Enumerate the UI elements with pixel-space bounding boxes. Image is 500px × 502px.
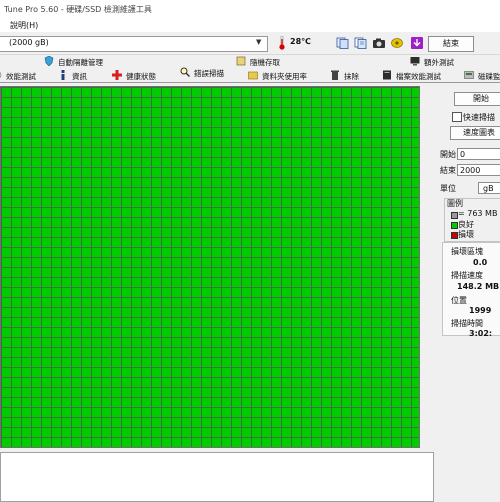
tab-label: 錯誤掃描 (194, 69, 224, 78)
legend-block-size: = 763 MB (458, 209, 498, 218)
gauge-icon (0, 71, 2, 79)
stats-box: 損壞區塊 0.0 掃描速度 148.2 MB 位置 1999 掃描時間 3:02… (442, 242, 500, 338)
unit-select[interactable]: gB (478, 182, 500, 194)
copy-text-icon[interactable] (354, 37, 368, 49)
tab-label: 資訊 (72, 72, 87, 81)
monitor-icon (410, 57, 420, 66)
tab-label: 健康狀態 (126, 72, 156, 81)
quick-scan-label: 快速掃描 (463, 113, 495, 122)
health-icon (112, 70, 122, 80)
legend-bad-label: 損壞 (458, 230, 474, 239)
temperature-value: 28℃ (290, 37, 311, 46)
tab-label: 隨機存取 (250, 58, 280, 67)
unit-label: 單位 (440, 184, 456, 193)
tab-label: 效能測試 (6, 72, 36, 81)
info-icon (61, 70, 65, 80)
quick-scan-checkbox[interactable] (452, 112, 462, 122)
legend-bad-swatch (451, 232, 458, 239)
tab-label: 資料夾使用率 (262, 72, 307, 81)
damaged-blocks-label: 損壞區塊 (451, 247, 483, 256)
title-bar: Tune Pro 5.60 - 硬碟/SSD 檢測維護工具 (0, 0, 500, 19)
scan-time-value: 3:02: (469, 329, 493, 338)
log-panel (0, 452, 434, 502)
toolbar: (2000 gB) ▼ 28℃ 結束 (0, 32, 500, 55)
trash-icon (331, 70, 339, 80)
start-position-label: 開始 (440, 150, 456, 159)
start-button[interactable]: 開始 (454, 92, 500, 106)
legend-good-swatch (451, 222, 458, 229)
legend-block-swatch (451, 212, 458, 219)
file-icon (383, 70, 391, 80)
drive-select-value: (2000 gB) (9, 38, 49, 47)
end-position-input[interactable]: 2000 (457, 164, 500, 176)
disk-icon (464, 71, 474, 79)
start-position-input[interactable]: 0 (457, 148, 500, 160)
tab-label: 額外測試 (424, 58, 454, 67)
scan-time-label: 掃描時間 (451, 319, 483, 328)
menu-bar: 說明(H) (0, 18, 500, 32)
menu-help[interactable]: 說明(H) (10, 20, 38, 31)
speed-map-button[interactable]: 速度圖表 (450, 126, 500, 140)
scan-block-map (0, 86, 420, 448)
save-icon[interactable] (410, 37, 424, 49)
position-value: 1999 (469, 306, 492, 315)
scan-speed-value: 148.2 MB (457, 282, 500, 291)
chevron-down-icon: ▼ (256, 38, 262, 46)
drive-select[interactable]: (2000 gB) ▼ (0, 36, 268, 52)
legend-title: 圖例 (447, 199, 463, 208)
scan-controls: 開始 快速掃描 速度圖表 開始 0 結束 2000 單位 gB 圖例 = 763… (430, 86, 500, 500)
tab-label: 自動隔離管理 (58, 58, 103, 67)
block-grid (1, 87, 419, 447)
window-title: Tune Pro 5.60 - 硬碟/SSD 檢測維護工具 (4, 5, 152, 14)
options-icon[interactable] (390, 37, 404, 49)
folder-icon (248, 71, 258, 80)
scan-speed-label: 掃描速度 (451, 271, 483, 280)
good-blocks (1, 87, 419, 447)
cube-icon (236, 56, 246, 66)
shield-icon (44, 56, 54, 66)
legend-box: 圖例 = 763 MB 良好 損壞 (444, 198, 500, 242)
end-position-label: 結束 (440, 166, 456, 175)
tab-row-top: 自動隔離管理 隨機存取 額外測試 (0, 56, 500, 68)
camera-icon[interactable] (372, 37, 386, 49)
damaged-blocks-value: 0.0 (473, 258, 488, 267)
magnifier-icon (180, 67, 190, 77)
position-label: 位置 (451, 296, 467, 305)
thermometer-icon (279, 36, 285, 50)
tab-label: 抹除 (344, 72, 359, 81)
copy-icon[interactable] (336, 37, 350, 49)
tab-label: 檔案效能測試 (396, 72, 441, 81)
exit-button[interactable]: 結束 (428, 36, 474, 52)
tab-label: 磁碟監 (478, 72, 500, 81)
tab-row-bottom: 效能測試 資訊 健康狀態 錯誤掃描 資料夾使用率 抹除 檔案效能測試 磁碟監 (0, 67, 500, 83)
